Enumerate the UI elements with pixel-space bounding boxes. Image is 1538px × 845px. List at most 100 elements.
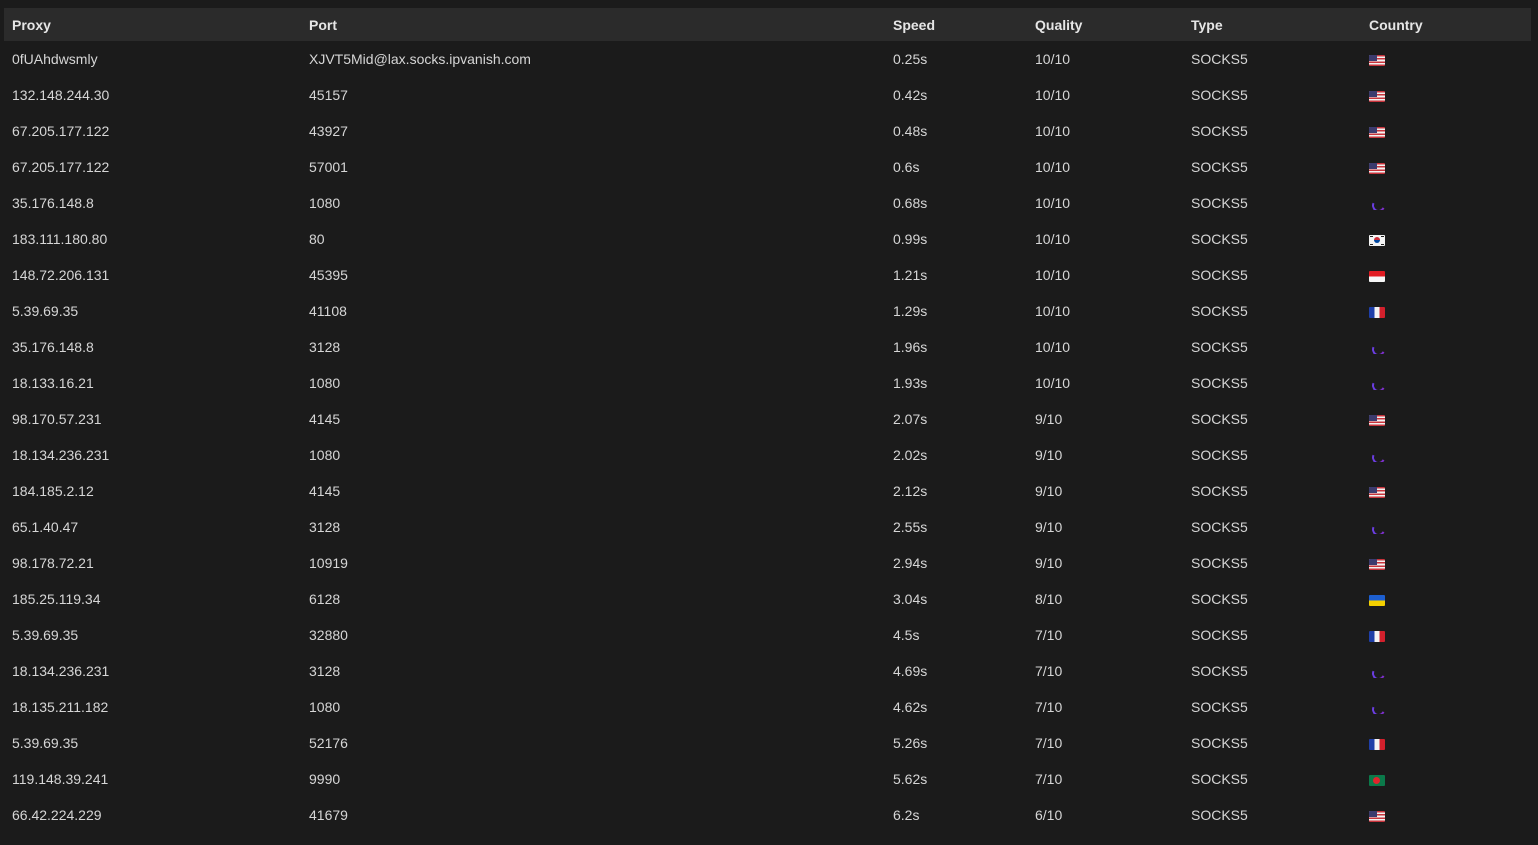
port-cell[interactable]: 45395 [301, 257, 885, 293]
type-cell[interactable]: SOCKS5 [1183, 257, 1361, 293]
table-row[interactable]: 98.170.57.231 4145 2.07s 9/10 SOCKS5 [4, 401, 1531, 437]
type-cell[interactable]: SOCKS5 [1183, 689, 1361, 725]
speed-cell[interactable]: 2.94s [885, 545, 1027, 581]
type-cell[interactable]: SOCKS5 [1183, 653, 1361, 689]
speed-cell[interactable]: 2.02s [885, 437, 1027, 473]
port-cell[interactable]: 45157 [301, 77, 885, 113]
port-cell[interactable]: XJVT5Mid@lax.socks.ipvanish.com [301, 41, 885, 77]
table-row[interactable]: 0fUAhdwsmly XJVT5Mid@lax.socks.ipvanish.c… [4, 41, 1531, 77]
quality-cell[interactable]: 10/10 [1027, 329, 1183, 365]
proxy-cell[interactable]: 5.39.69.35 [4, 617, 301, 653]
speed-cell[interactable]: 0.48s [885, 113, 1027, 149]
quality-cell[interactable]: 9/10 [1027, 401, 1183, 437]
table-row[interactable]: 35.176.148.8 1080 0.68s 10/10 SOCKS5 [4, 185, 1531, 221]
type-cell[interactable]: SOCKS5 [1183, 329, 1361, 365]
table-row[interactable]: 18.134.236.231 3128 4.69s 7/10 SOCKS5 [4, 653, 1531, 689]
port-cell[interactable]: 3128 [301, 653, 885, 689]
proxy-cell[interactable]: 132.148.244.30 [4, 77, 301, 113]
type-cell[interactable]: SOCKS5 [1183, 77, 1361, 113]
speed-cell[interactable]: 0.6s [885, 149, 1027, 185]
type-cell[interactable]: SOCKS5 [1183, 113, 1361, 149]
speed-cell[interactable]: 4.5s [885, 617, 1027, 653]
proxy-cell[interactable]: 5.39.69.35 [4, 293, 301, 329]
speed-cell[interactable]: 2.07s [885, 401, 1027, 437]
port-cell[interactable]: 52176 [301, 725, 885, 761]
speed-cell[interactable]: 1.96s [885, 329, 1027, 365]
proxy-cell[interactable]: 35.176.148.8 [4, 185, 301, 221]
proxy-cell[interactable]: 0fUAhdwsmly [4, 41, 301, 77]
proxy-cell[interactable]: 98.170.57.231 [4, 401, 301, 437]
speed-cell[interactable]: 3.04s [885, 581, 1027, 617]
speed-cell[interactable]: 5.26s [885, 725, 1027, 761]
proxy-cell[interactable]: 35.176.148.8 [4, 329, 301, 365]
quality-cell[interactable]: 8/10 [1027, 581, 1183, 617]
table-row[interactable]: 18.133.16.21 1080 1.93s 10/10 SOCKS5 [4, 365, 1531, 401]
table-row[interactable]: 18.134.236.231 1080 2.02s 9/10 SOCKS5 [4, 437, 1531, 473]
type-cell[interactable]: SOCKS5 [1183, 437, 1361, 473]
column-header-port[interactable]: Port [301, 8, 885, 41]
type-cell[interactable]: SOCKS5 [1183, 473, 1361, 509]
column-header-type[interactable]: Type [1183, 8, 1361, 41]
quality-cell[interactable]: 7/10 [1027, 617, 1183, 653]
quality-cell[interactable]: 7/10 [1027, 725, 1183, 761]
type-cell[interactable]: SOCKS5 [1183, 401, 1361, 437]
table-row[interactable]: 65.1.40.47 3128 2.55s 9/10 SOCKS5 [4, 509, 1531, 545]
type-cell[interactable]: SOCKS5 [1183, 509, 1361, 545]
table-row[interactable]: 18.135.211.182 1080 4.62s 7/10 SOCKS5 [4, 689, 1531, 725]
quality-cell[interactable]: 10/10 [1027, 257, 1183, 293]
speed-cell[interactable]: 1.21s [885, 257, 1027, 293]
quality-cell[interactable]: 9/10 [1027, 545, 1183, 581]
proxy-cell[interactable]: 183.111.180.80 [4, 221, 301, 257]
speed-cell[interactable]: 2.12s [885, 473, 1027, 509]
type-cell[interactable]: SOCKS5 [1183, 761, 1361, 797]
port-cell[interactable]: 41108 [301, 293, 885, 329]
table-row[interactable]: 5.39.69.35 52176 5.26s 7/10 SOCKS5 [4, 725, 1531, 761]
speed-cell[interactable]: 6.2s [885, 797, 1027, 833]
type-cell[interactable]: SOCKS5 [1183, 581, 1361, 617]
quality-cell[interactable]: 6/10 [1027, 797, 1183, 833]
type-cell[interactable]: SOCKS5 [1183, 797, 1361, 833]
proxy-cell[interactable]: 148.72.206.131 [4, 257, 301, 293]
speed-cell[interactable]: 2.55s [885, 509, 1027, 545]
speed-cell[interactable]: 4.69s [885, 653, 1027, 689]
proxy-cell[interactable]: 5.39.69.35 [4, 725, 301, 761]
table-row[interactable]: 5.39.69.35 32880 4.5s 7/10 SOCKS5 [4, 617, 1531, 653]
quality-cell[interactable]: 10/10 [1027, 293, 1183, 329]
speed-cell[interactable]: 4.62s [885, 689, 1027, 725]
table-row[interactable]: 132.148.244.30 45157 0.42s 10/10 SOCKS5 [4, 77, 1531, 113]
type-cell[interactable]: SOCKS5 [1183, 545, 1361, 581]
table-row[interactable]: 184.185.2.12 4145 2.12s 9/10 SOCKS5 [4, 473, 1531, 509]
port-cell[interactable]: 41679 [301, 797, 885, 833]
type-cell[interactable]: SOCKS5 [1183, 149, 1361, 185]
column-header-proxy[interactable]: Proxy [4, 8, 301, 41]
table-row[interactable]: 35.176.148.8 3128 1.96s 10/10 SOCKS5 [4, 329, 1531, 365]
column-header-quality[interactable]: Quality [1027, 8, 1183, 41]
table-row[interactable]: 183.111.180.80 80 0.99s 10/10 SOCKS5 [4, 221, 1531, 257]
type-cell[interactable]: SOCKS5 [1183, 293, 1361, 329]
port-cell[interactable]: 43927 [301, 113, 885, 149]
quality-cell[interactable]: 10/10 [1027, 41, 1183, 77]
proxy-cell[interactable]: 18.133.16.21 [4, 365, 301, 401]
port-cell[interactable]: 4145 [301, 473, 885, 509]
quality-cell[interactable]: 10/10 [1027, 221, 1183, 257]
table-row[interactable]: 5.39.69.35 41108 1.29s 10/10 SOCKS5 [4, 293, 1531, 329]
proxy-cell[interactable]: 119.148.39.241 [4, 761, 301, 797]
quality-cell[interactable]: 7/10 [1027, 761, 1183, 797]
quality-cell[interactable]: 9/10 [1027, 509, 1183, 545]
proxy-cell[interactable]: 18.134.236.231 [4, 653, 301, 689]
speed-cell[interactable]: 1.29s [885, 293, 1027, 329]
speed-cell[interactable]: 0.99s [885, 221, 1027, 257]
proxy-cell[interactable]: 185.25.119.34 [4, 581, 301, 617]
port-cell[interactable]: 1080 [301, 185, 885, 221]
port-cell[interactable]: 9990 [301, 761, 885, 797]
speed-cell[interactable]: 0.42s [885, 77, 1027, 113]
port-cell[interactable]: 57001 [301, 149, 885, 185]
type-cell[interactable]: SOCKS5 [1183, 725, 1361, 761]
table-row[interactable]: 98.178.72.21 10919 2.94s 9/10 SOCKS5 [4, 545, 1531, 581]
type-cell[interactable]: SOCKS5 [1183, 221, 1361, 257]
proxy-cell[interactable]: 67.205.177.122 [4, 113, 301, 149]
port-cell[interactable]: 32880 [301, 617, 885, 653]
quality-cell[interactable]: 7/10 [1027, 653, 1183, 689]
quality-cell[interactable]: 10/10 [1027, 113, 1183, 149]
proxy-cell[interactable]: 18.135.211.182 [4, 689, 301, 725]
